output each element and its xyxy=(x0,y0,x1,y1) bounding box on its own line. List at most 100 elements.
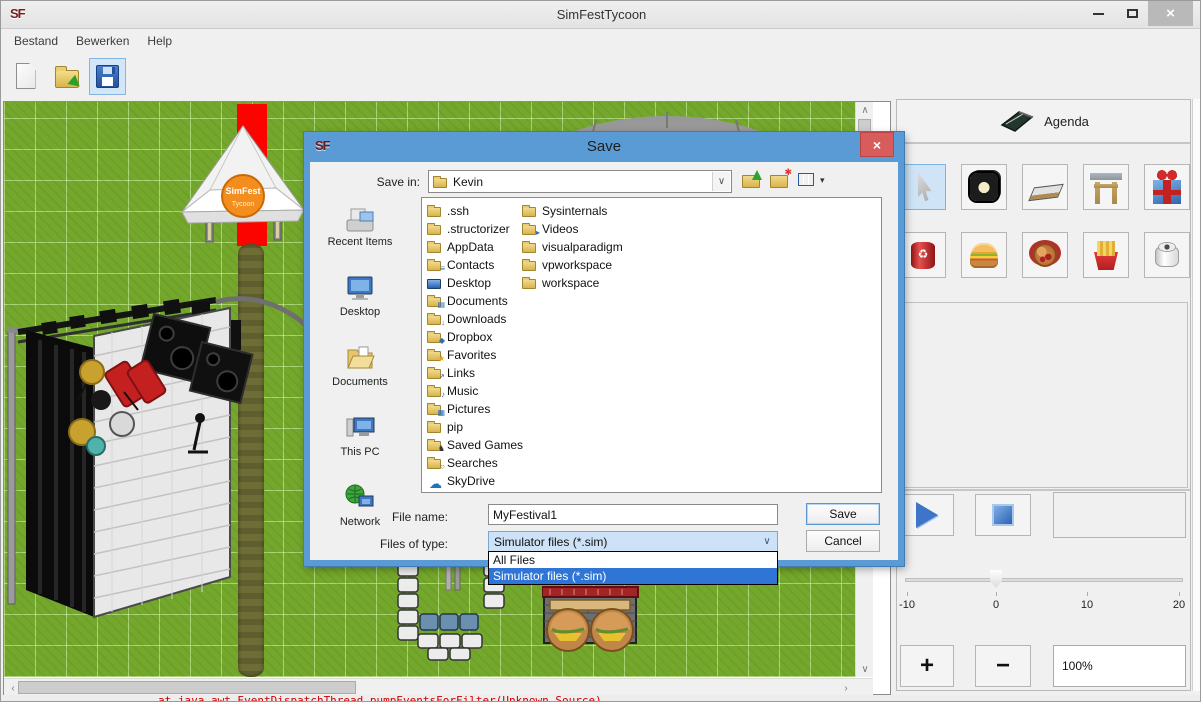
zoom-level-field[interactable]: 100% xyxy=(1053,645,1186,687)
place-documents[interactable]: Documents xyxy=(320,342,400,412)
burger-stand-tool-button[interactable] xyxy=(961,232,1007,278)
view-menu-button[interactable]: ▾ xyxy=(798,171,825,189)
file-list-item[interactable]: .ssh xyxy=(427,202,523,220)
zoom-in-button[interactable]: + xyxy=(900,645,954,687)
file-label: AppData xyxy=(447,240,494,254)
file-label: Pictures xyxy=(447,402,490,416)
window-titlebar: SF SimFestTycoon × xyxy=(1,1,1201,29)
combo-arrow-icon[interactable]: ∨ xyxy=(758,533,776,550)
file-list-item[interactable]: Desktop xyxy=(427,274,523,292)
stop-button[interactable] xyxy=(975,494,1031,536)
pictures-folder-icon: ▦ xyxy=(427,403,442,415)
maximize-button[interactable] xyxy=(1117,1,1147,26)
cancel-button[interactable]: Cancel xyxy=(806,530,880,552)
open-file-button[interactable] xyxy=(48,58,85,95)
folder-icon xyxy=(522,241,537,253)
new-file-button[interactable] xyxy=(7,58,44,95)
file-list-item[interactable]: .structorizer xyxy=(427,220,523,238)
save-button[interactable]: Save xyxy=(806,503,880,525)
spotlight-tool-button[interactable] xyxy=(961,164,1007,210)
chevron-down-icon: ▾ xyxy=(820,175,825,186)
place-this-pc[interactable]: This PC xyxy=(320,412,400,482)
menu-bestand[interactable]: Bestand xyxy=(5,32,67,50)
game-side-panel: Agenda -10 0 10 xyxy=(896,99,1191,691)
toilet-tool-button[interactable] xyxy=(1144,232,1190,278)
file-list-item[interactable]: ☁ SkyDrive xyxy=(427,472,523,490)
option-all-files[interactable]: All Files xyxy=(489,552,777,568)
file-list-item[interactable]: visualparadigm xyxy=(522,238,623,256)
gift-shop-tool-button[interactable] xyxy=(1144,164,1190,210)
cursor-icon xyxy=(906,170,940,204)
scroll-down-icon[interactable]: ∨ xyxy=(856,661,873,677)
file-label: Videos xyxy=(542,222,578,236)
links-folder-icon: ↗ xyxy=(427,367,442,379)
scroll-up-icon[interactable]: ∧ xyxy=(856,102,873,118)
save-in-combobox[interactable]: Kevin ∨ xyxy=(428,170,732,193)
fries-stand-tool-button[interactable] xyxy=(1083,232,1129,278)
play-button[interactable] xyxy=(900,494,954,536)
select-tool-button[interactable] xyxy=(900,164,946,210)
scroll-right-icon[interactable]: › xyxy=(837,680,855,696)
files-of-type-combobox[interactable]: Simulator files (*.sim) ∨ xyxy=(488,531,778,552)
file-name-input[interactable] xyxy=(488,504,778,525)
pizza-stand-tool-button[interactable] xyxy=(1022,232,1068,278)
file-list[interactable]: .ssh .structorizer xyxy=(421,197,882,493)
file-label: Contacts xyxy=(447,258,494,272)
file-list-item[interactable]: ♞ Saved Games xyxy=(427,436,523,454)
tick-mark xyxy=(907,592,908,596)
place-recent-items[interactable]: Recent Items xyxy=(320,202,400,272)
contacts-folder-icon: ≡ xyxy=(427,259,442,271)
minimize-button[interactable] xyxy=(1083,1,1113,26)
agenda-button[interactable]: Agenda xyxy=(897,100,1190,144)
file-list-column-2: Sysinternals ▸ Videos xyxy=(522,202,623,292)
menu-bewerken[interactable]: Bewerken xyxy=(67,32,138,50)
desktop-icon xyxy=(343,272,377,304)
folder-icon xyxy=(522,277,537,289)
file-list-item[interactable]: ≡ Contacts xyxy=(427,256,523,274)
tick-mark xyxy=(1179,592,1180,596)
up-one-level-icon[interactable] xyxy=(742,171,762,189)
file-list-item[interactable]: ↗ Links xyxy=(427,364,523,382)
gate-tool-button[interactable] xyxy=(1083,164,1129,210)
canvas-horizontal-scrollbar[interactable]: ‹ › xyxy=(4,678,873,696)
place-desktop[interactable]: Desktop xyxy=(320,272,400,342)
file-list-item[interactable]: ◆ Dropbox xyxy=(427,328,523,346)
dialog-titlebar[interactable]: SF Save × xyxy=(304,132,904,162)
slider-thumb[interactable] xyxy=(990,570,1002,588)
trash-tool-button[interactable] xyxy=(900,232,946,278)
file-list-item[interactable]: ▦ Pictures xyxy=(427,400,523,418)
zoom-out-button[interactable]: − xyxy=(975,645,1031,687)
file-list-item[interactable]: ○ Searches xyxy=(427,454,523,472)
file-list-column-1: .ssh .structorizer xyxy=(427,202,523,490)
file-list-item[interactable]: AppData xyxy=(427,238,523,256)
dialog-title: Save xyxy=(304,138,904,155)
speed-slider[interactable] xyxy=(905,578,1183,582)
open-file-icon xyxy=(55,70,79,88)
file-list-item[interactable]: Sysinternals xyxy=(522,202,623,220)
horizontal-scroll-thumb[interactable] xyxy=(18,681,356,694)
info-panel xyxy=(899,302,1188,488)
file-list-item[interactable]: pip xyxy=(427,418,523,436)
folder-icon xyxy=(522,259,537,271)
close-button[interactable]: × xyxy=(1148,1,1193,26)
file-list-item[interactable]: ♪ Music xyxy=(427,382,523,400)
file-list-item[interactable]: ↓ Downloads xyxy=(427,310,523,328)
tent-logo-line1: SimFest xyxy=(225,186,260,196)
file-list-item[interactable]: ▸ Videos xyxy=(522,220,623,238)
file-list-item[interactable]: ★ Favorites xyxy=(427,346,523,364)
menu-help[interactable]: Help xyxy=(138,32,181,50)
save-dialog: SF Save × Save in: Kevin ∨ ▾ xyxy=(304,132,904,566)
file-label: pip xyxy=(447,420,463,434)
status-box xyxy=(1053,492,1186,538)
combo-arrow-icon[interactable]: ∨ xyxy=(712,172,730,191)
create-new-folder-icon[interactable] xyxy=(770,171,790,189)
file-list-item[interactable]: vpworkspace xyxy=(522,256,623,274)
option-simulator-files[interactable]: Simulator files (*.sim) xyxy=(489,568,777,584)
panel-scroll-gutter xyxy=(1192,99,1201,691)
dialog-close-button[interactable]: × xyxy=(860,132,894,157)
save-file-button[interactable] xyxy=(89,58,126,95)
road-tool-button[interactable] xyxy=(1022,164,1068,210)
file-list-item[interactable]: workspace xyxy=(522,274,623,292)
file-list-item[interactable]: ▤ Documents xyxy=(427,292,523,310)
panel-divider xyxy=(897,489,1190,491)
